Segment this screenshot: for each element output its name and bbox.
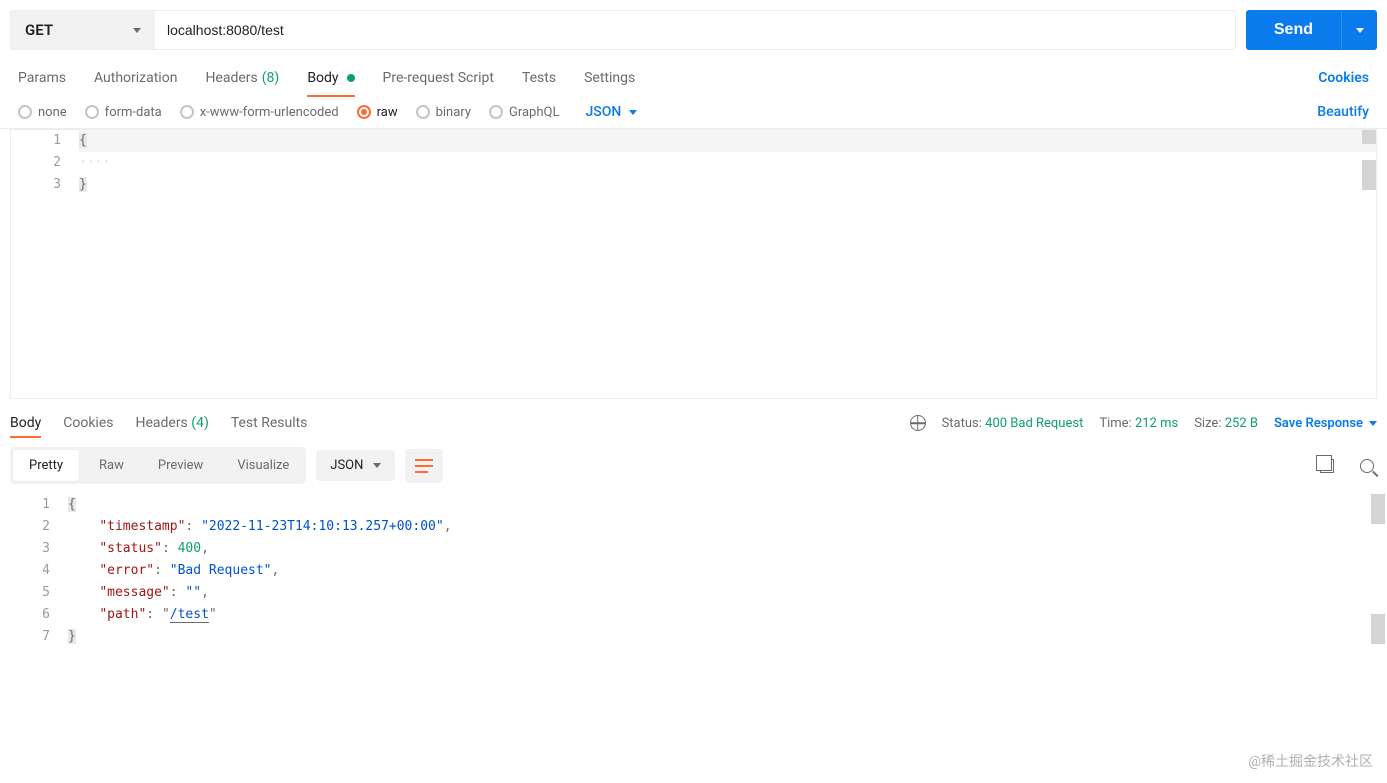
line-number: 1	[11, 130, 79, 152]
watermark: @稀土掘金技术社区	[1248, 751, 1373, 771]
response-format-select[interactable]: JSON	[316, 450, 395, 481]
copy-icon	[1320, 459, 1334, 473]
line-number: 6	[0, 604, 68, 626]
response-headers-count-badge: (4)	[191, 415, 209, 431]
view-preview[interactable]: Preview	[141, 449, 220, 482]
line-number: 1	[0, 494, 68, 516]
radio-icon	[489, 105, 503, 119]
tab-headers[interactable]: Headers (8)	[205, 60, 279, 96]
copy-response-button[interactable]	[1317, 456, 1337, 476]
chevron-down-icon	[373, 463, 381, 468]
http-method-select[interactable]: GET	[10, 10, 155, 50]
scrollbar[interactable]	[1371, 614, 1385, 644]
globe-icon[interactable]	[910, 415, 926, 431]
response-view-mode-group: Pretty Raw Preview Visualize	[10, 447, 306, 484]
response-tab-headers[interactable]: Headers (4)	[135, 409, 208, 437]
line-number: 2	[0, 516, 68, 538]
send-button[interactable]: Send	[1246, 10, 1341, 50]
line-number: 3	[0, 538, 68, 560]
response-tab-cookies[interactable]: Cookies	[63, 409, 113, 437]
body-indicator-icon	[347, 74, 355, 82]
line-number: 7	[0, 626, 68, 648]
line-number: 5	[0, 582, 68, 604]
chevron-down-icon	[1369, 421, 1377, 426]
radio-icon	[357, 105, 371, 119]
response-tab-test-results[interactable]: Test Results	[231, 409, 308, 437]
tab-body[interactable]: Body	[307, 60, 354, 96]
tab-headers-label: Headers	[205, 70, 257, 86]
scrollbar[interactable]	[1362, 130, 1376, 144]
tab-body-label: Body	[307, 70, 338, 86]
body-type-none[interactable]: none	[18, 105, 67, 120]
radio-icon	[85, 105, 99, 119]
size-value: 252 B	[1225, 416, 1258, 431]
status-label: Status:	[942, 416, 982, 431]
status-value: 400 Bad Request	[985, 416, 1083, 431]
line-number: 4	[0, 560, 68, 582]
tab-tests[interactable]: Tests	[522, 60, 556, 96]
body-format-label: JSON	[585, 104, 621, 120]
view-pretty[interactable]: Pretty	[12, 449, 80, 482]
body-format-select[interactable]: JSON	[585, 104, 637, 120]
resp-message: ""	[185, 585, 201, 600]
wrap-icon	[415, 459, 433, 473]
tab-authorization[interactable]: Authorization	[94, 60, 177, 96]
resp-error: "Bad Request"	[170, 563, 272, 578]
line-wrap-toggle[interactable]	[405, 449, 443, 483]
body-type-urlencoded[interactable]: x-www-form-urlencoded	[180, 105, 339, 120]
size-label: Size:	[1194, 416, 1221, 431]
body-type-graphql[interactable]: GraphQL	[489, 105, 559, 120]
resp-timestamp: "2022-11-23T14:10:13.257+00:00"	[201, 519, 444, 534]
chevron-down-icon	[133, 28, 141, 33]
line-number: 3	[11, 174, 79, 196]
body-type-raw[interactable]: raw	[357, 105, 398, 120]
body-type-form-data[interactable]: form-data	[85, 105, 162, 120]
search-response-button[interactable]	[1357, 456, 1377, 476]
radio-icon	[18, 105, 32, 119]
time-value: 212 ms	[1135, 416, 1178, 431]
radio-icon	[416, 105, 430, 119]
chevron-down-icon	[1356, 28, 1364, 33]
view-raw[interactable]: Raw	[82, 449, 141, 482]
response-body-editor[interactable]: 1{ 2 "timestamp": "2022-11-23T14:10:13.2…	[0, 494, 1387, 704]
http-method-label: GET	[25, 21, 53, 39]
search-icon	[1360, 459, 1374, 473]
tab-settings[interactable]: Settings	[584, 60, 635, 96]
radio-icon	[180, 105, 194, 119]
send-dropdown-button[interactable]	[1341, 10, 1377, 50]
save-response-button[interactable]: Save Response	[1274, 416, 1377, 431]
tab-params[interactable]: Params	[18, 60, 66, 96]
tab-prerequest[interactable]: Pre-request Script	[383, 60, 494, 96]
line-number: 2	[11, 152, 79, 174]
view-visualize[interactable]: Visualize	[220, 449, 306, 482]
url-input[interactable]	[155, 10, 1236, 50]
beautify-link[interactable]: Beautify	[1317, 104, 1369, 120]
cookies-link[interactable]: Cookies	[1318, 70, 1369, 86]
body-type-binary[interactable]: binary	[416, 105, 471, 120]
headers-count-badge: (8)	[262, 70, 280, 86]
scrollbar[interactable]	[1362, 160, 1376, 190]
scrollbar[interactable]	[1371, 494, 1385, 524]
response-tab-body[interactable]: Body	[10, 409, 41, 437]
chevron-down-icon	[629, 110, 637, 115]
time-label: Time:	[1099, 416, 1131, 431]
request-body-editor[interactable]: 1{ 2···· 3}	[10, 129, 1377, 399]
